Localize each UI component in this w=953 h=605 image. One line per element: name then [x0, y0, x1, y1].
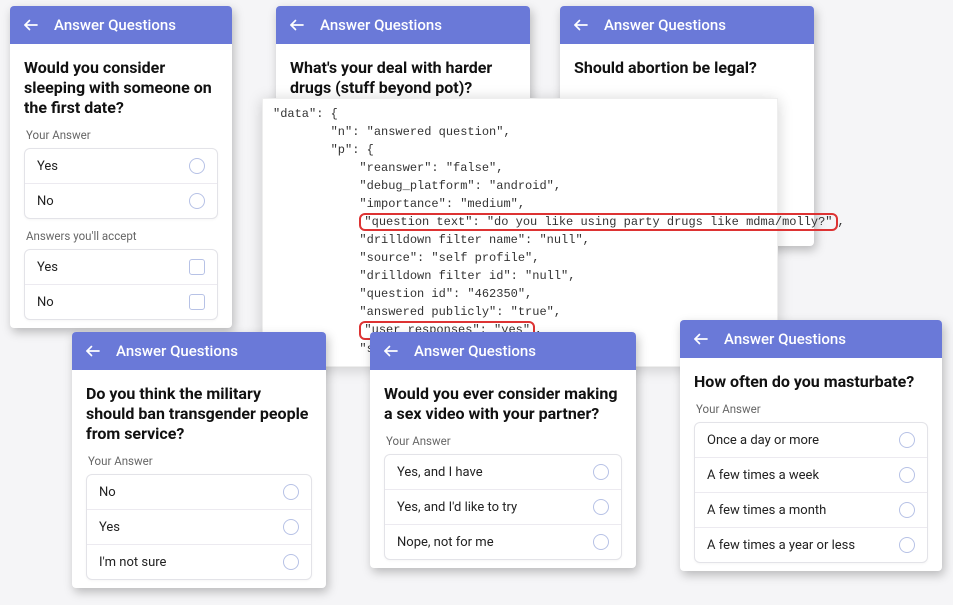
your-answer-label: Your Answer [26, 128, 218, 142]
card-header: Answer Questions [276, 6, 530, 44]
card-header: Answer Questions [72, 332, 326, 370]
answer-options: Once a day or more A few times a week A … [694, 422, 928, 563]
answer-option[interactable]: I'm not sure [87, 545, 311, 579]
accept-option[interactable]: Yes [25, 250, 217, 285]
back-icon[interactable] [692, 330, 710, 348]
radio-icon [283, 484, 299, 500]
back-icon[interactable] [84, 342, 102, 360]
highlighted-json: "question text": "do you like using part… [359, 213, 837, 231]
question-text: Would you ever consider making a sex vid… [384, 384, 622, 424]
header-title: Answer Questions [320, 16, 442, 34]
back-icon[interactable] [22, 16, 40, 34]
answer-option[interactable]: Yes, and I have [385, 455, 621, 490]
question-card: Answer Questions Do you think the milita… [72, 332, 326, 588]
answer-option[interactable]: A few times a year or less [695, 528, 927, 562]
header-title: Answer Questions [414, 342, 536, 360]
answer-option[interactable]: Yes [87, 510, 311, 545]
card-header: Answer Questions [370, 332, 636, 370]
question-text: How often do you masturbate? [694, 372, 928, 392]
question-text: Should abortion be legal? [574, 58, 800, 78]
question-card: Answer Questions Would you consider slee… [10, 6, 232, 328]
question-card: Answer Questions How often do you mastur… [680, 320, 942, 571]
answer-option[interactable]: Yes, and I'd like to try [385, 490, 621, 525]
radio-icon [593, 464, 609, 480]
answer-options: Yes, and I have Yes, and I'd like to try… [384, 454, 622, 560]
answer-option[interactable]: Nope, not for me [385, 525, 621, 559]
card-header: Answer Questions [680, 320, 942, 358]
radio-icon [899, 432, 915, 448]
accept-option[interactable]: No [25, 285, 217, 319]
radio-icon [899, 467, 915, 483]
answer-option[interactable]: No [87, 475, 311, 510]
radio-icon [283, 554, 299, 570]
back-icon[interactable] [382, 342, 400, 360]
radio-icon [899, 537, 915, 553]
header-title: Answer Questions [604, 16, 726, 34]
answer-option[interactable]: A few times a week [695, 458, 927, 493]
header-title: Answer Questions [724, 330, 846, 348]
radio-icon [189, 158, 205, 174]
header-title: Answer Questions [54, 16, 176, 34]
your-answer-label: Your Answer [88, 454, 312, 468]
header-title: Answer Questions [116, 342, 238, 360]
answer-option[interactable]: Once a day or more [695, 423, 927, 458]
checkbox-icon [189, 294, 205, 310]
answer-options: Yes No [24, 148, 218, 219]
answer-option[interactable]: No [25, 184, 217, 218]
card-header: Answer Questions [560, 6, 814, 44]
back-icon[interactable] [572, 16, 590, 34]
checkbox-icon [189, 259, 205, 275]
answer-option[interactable]: Yes [25, 149, 217, 184]
radio-icon [899, 502, 915, 518]
radio-icon [593, 499, 609, 515]
back-icon[interactable] [288, 16, 306, 34]
accept-options: Yes No [24, 249, 218, 320]
your-answer-label: Your Answer [696, 402, 928, 416]
question-text: Would you consider sleeping with someone… [24, 58, 218, 118]
your-answer-label: Your Answer [386, 434, 622, 448]
answer-option[interactable]: A few times a month [695, 493, 927, 528]
answers-accept-label: Answers you'll accept [26, 229, 218, 243]
radio-icon [283, 519, 299, 535]
radio-icon [189, 193, 205, 209]
card-header: Answer Questions [10, 6, 232, 44]
question-card: Answer Questions Would you ever consider… [370, 332, 636, 568]
answer-options: No Yes I'm not sure [86, 474, 312, 580]
radio-icon [593, 534, 609, 550]
question-text: Do you think the military should ban tra… [86, 384, 312, 444]
question-text: What's your deal with harder drugs (stuf… [290, 58, 516, 98]
